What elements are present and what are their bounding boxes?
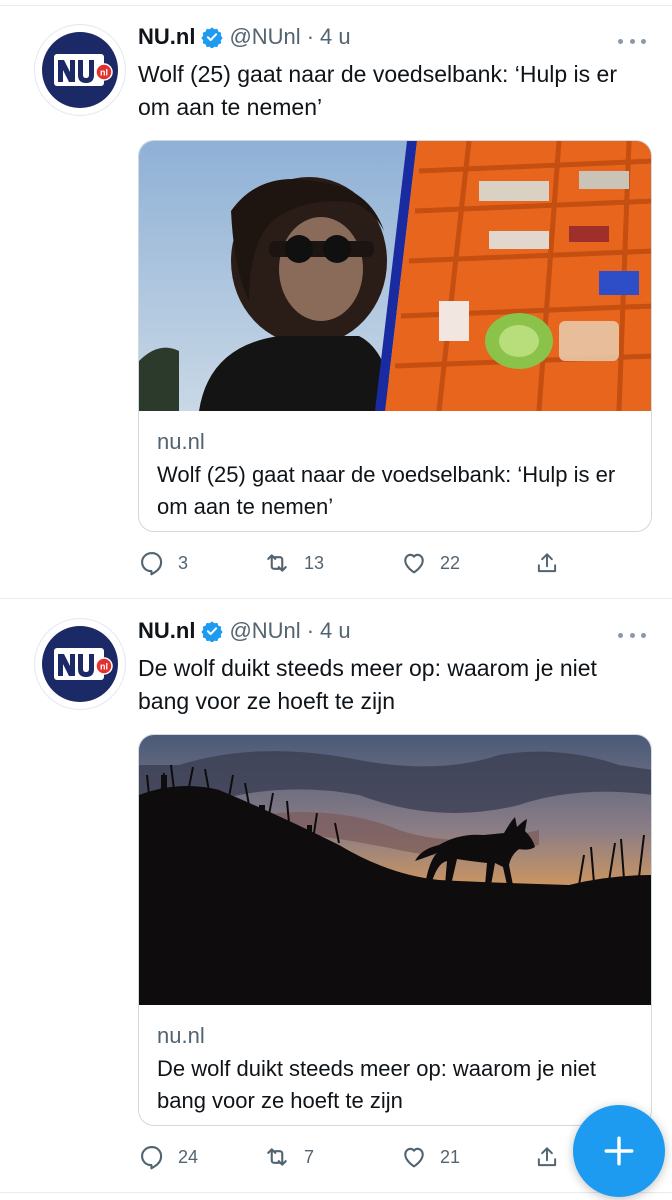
link-card[interactable]: nu.nl De wolf duikt steeds meer op: waar… [138, 734, 652, 1126]
like-count: 22 [440, 552, 461, 573]
reply-count: 3 [178, 552, 189, 573]
tweet-text: De wolf duikt steeds meer op: waarom je … [138, 655, 597, 714]
nu-logo-icon: nl [54, 648, 113, 680]
reply-button[interactable]: 3 [138, 548, 188, 578]
nu-logo: nl [42, 32, 118, 108]
link-card[interactable]: nu.nl Wolf (25) gaat naar de voedselbank… [138, 140, 652, 532]
heart-icon [404, 1147, 424, 1168]
card-meta: nu.nl Wolf (25) gaat naar de voedselbank… [139, 411, 651, 523]
card-domain: nu.nl [157, 429, 205, 454]
card-domain: nu.nl [157, 1023, 205, 1048]
tweet-text: Wolf (25) gaat naar de voedselbank: ‘Hul… [138, 61, 618, 120]
nu-logo: nl [42, 626, 118, 702]
verified-badge-icon [201, 620, 224, 642]
separator-dot: · [306, 618, 315, 643]
avatar[interactable]: nl [34, 618, 126, 710]
plus-icon [604, 1136, 634, 1166]
compose-tweet-button[interactable] [573, 1105, 665, 1197]
card-image [139, 141, 651, 411]
tweet-actions: 24 7 21 [138, 1142, 568, 1172]
display-name[interactable]: NU.nl [138, 24, 195, 50]
more-options-icon[interactable] [618, 630, 646, 640]
share-icon [537, 553, 557, 573]
share-icon [537, 1147, 557, 1167]
tweet-header: NU.nl @NUnl · 4 u [138, 22, 351, 52]
like-count: 21 [440, 1146, 461, 1167]
avatar[interactable]: nl [34, 24, 126, 116]
wolf-silhouette-sunset-image [139, 735, 651, 1005]
reply-icon [141, 552, 163, 576]
handle[interactable]: @NUnl [229, 618, 300, 644]
like-button[interactable]: 21 [400, 1142, 460, 1172]
reply-button[interactable]: 24 [138, 1142, 198, 1172]
card-meta: nu.nl De wolf duikt steeds meer op: waar… [139, 1005, 651, 1117]
tweet-separator [0, 1192, 672, 1193]
card-title: De wolf duikt steeds meer op: waarom je … [157, 1056, 596, 1113]
avatar-badge: nl [100, 68, 108, 78]
tweet-actions: 3 13 22 [138, 548, 568, 578]
heart-icon [404, 553, 424, 574]
retweet-button[interactable]: 7 [262, 1142, 314, 1172]
retweet-count: 7 [304, 1146, 315, 1167]
display-name[interactable]: NU.nl [138, 618, 195, 644]
share-button[interactable] [534, 548, 560, 578]
retweet-icon [267, 1148, 287, 1166]
retweet-count: 13 [304, 552, 325, 573]
reply-icon [141, 1146, 163, 1170]
timestamp[interactable]: 4 u [320, 24, 351, 50]
more-options-icon[interactable] [618, 36, 646, 46]
avatar-badge: nl [100, 662, 108, 672]
top-divider [0, 0, 672, 6]
tweet-header: NU.nl @NUnl · 4 u [138, 616, 351, 646]
retweet-button[interactable]: 13 [262, 548, 324, 578]
handle[interactable]: @NUnl [229, 24, 300, 50]
separator-dot: · [306, 24, 315, 49]
reply-count: 24 [178, 1146, 199, 1167]
nu-logo-icon: nl [54, 54, 113, 86]
card-image [139, 735, 651, 1005]
timestamp[interactable]: 4 u [320, 618, 351, 644]
tweet-separator [0, 598, 672, 599]
retweet-icon [267, 554, 287, 572]
share-button[interactable] [534, 1142, 560, 1172]
like-button[interactable]: 22 [400, 548, 460, 578]
card-title: Wolf (25) gaat naar de voedselbank: ‘Hul… [157, 462, 616, 519]
person-and-food-crates-image [139, 141, 651, 411]
verified-badge-icon [201, 26, 224, 48]
